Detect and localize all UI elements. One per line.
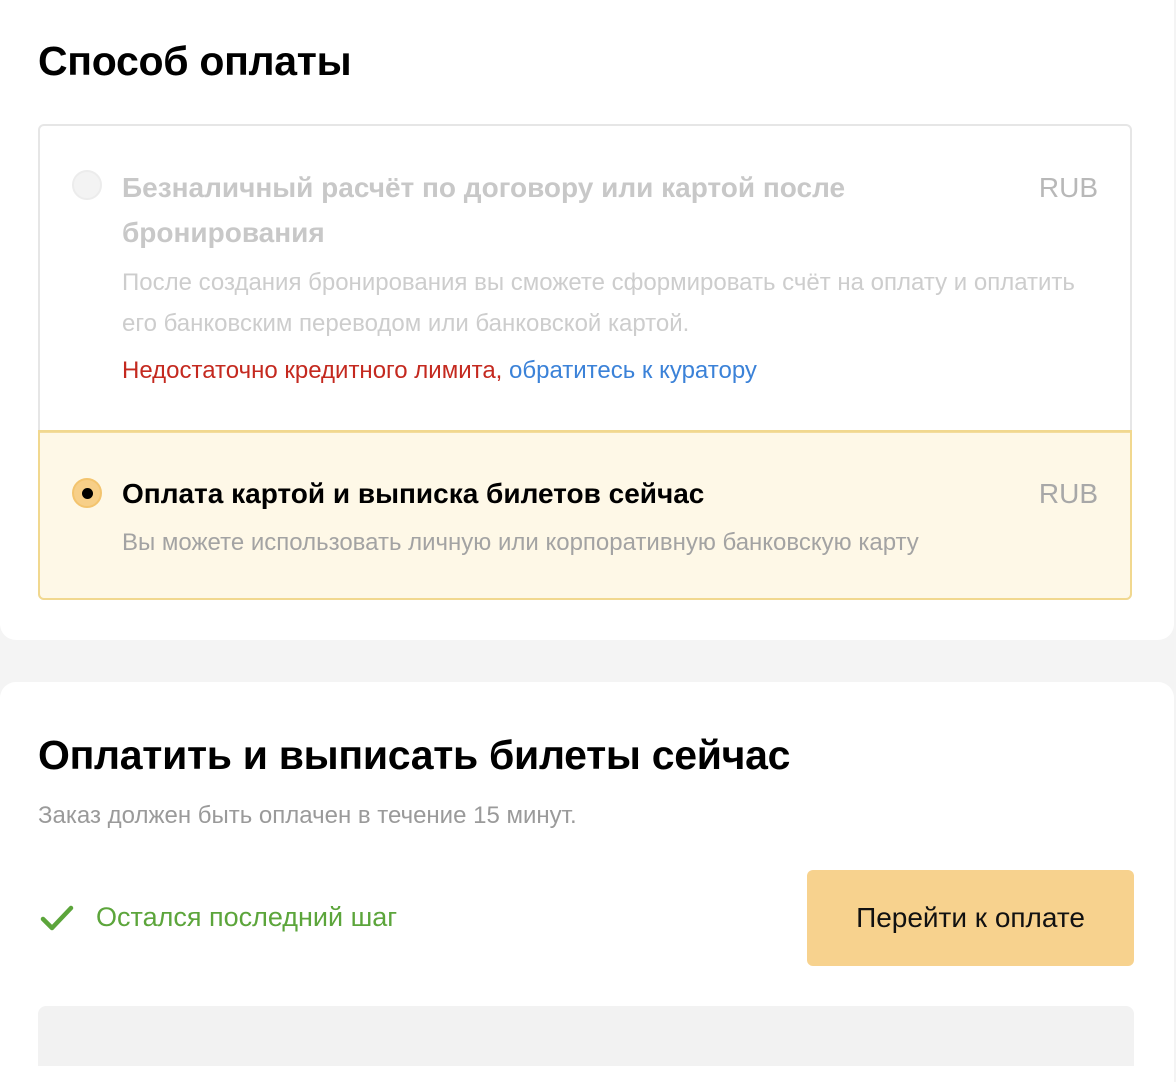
next-section-box <box>38 1006 1134 1066</box>
credit-limit-warning-text: Недостаточно кредитного лимита, <box>122 357 503 384</box>
contact-curator-link[interactable]: обратитесь к куратору <box>509 357 757 384</box>
radio-dot-icon <box>82 488 93 499</box>
pay-now-title: Оплатить и выписать билеты сейчас <box>38 732 791 778</box>
option-contract-currency: RUB <box>1038 172 1098 203</box>
option-contract-description: После создания бронирования вы сможете с… <box>122 269 1075 337</box>
payment-option-contract: Безналичный расчёт по договору или карто… <box>40 126 1130 432</box>
option-card-now-description: Вы можете использовать личную или корпор… <box>122 529 919 556</box>
last-step-status: Остался последний шаг <box>40 902 397 933</box>
payment-options-group: Безналичный расчёт по договору или карто… <box>38 124 1132 600</box>
option-card-now-currency: RUB <box>1038 478 1098 509</box>
pay-deadline-note: Заказ должен быть оплачен в течение 15 м… <box>38 802 577 829</box>
go-to-payment-button[interactable]: Перейти к оплате <box>807 870 1134 966</box>
payment-option-card-now[interactable]: Оплата картой и выписка билетов сейчас R… <box>40 431 1130 598</box>
option-card-now-title: Оплата картой и выписка билетов сейчас <box>122 478 705 509</box>
payment-method-title: Способ оплаты <box>38 38 352 84</box>
check-icon <box>40 905 74 930</box>
radio-contract-disabled <box>72 170 102 200</box>
payment-method-card: Способ оплаты Безналичный расчёт по дого… <box>0 0 1174 640</box>
radio-card-now-checked[interactable] <box>72 478 102 508</box>
credit-limit-warning: Недостаточно кредитного лимита, обратите… <box>122 353 757 389</box>
pay-now-card: Оплатить и выписать билеты сейчас Заказ … <box>0 682 1174 1082</box>
option-contract-title: Безналичный расчёт по договору или карто… <box>122 172 846 248</box>
last-step-text: Остался последний шаг <box>96 902 398 932</box>
